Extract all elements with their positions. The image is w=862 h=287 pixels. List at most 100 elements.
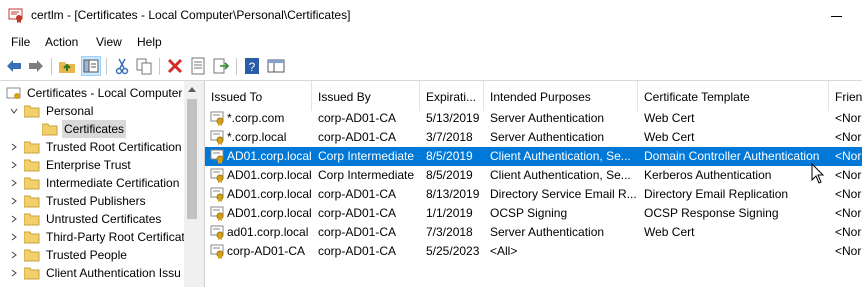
- table-cell: <Nor: [835, 130, 862, 144]
- toolbar-separator: [159, 58, 160, 75]
- tree-item-label: Trusted People: [46, 248, 127, 262]
- folder-icon: [24, 231, 40, 244]
- table-cell: Client Authentication, Se...: [490, 149, 631, 163]
- menu-file[interactable]: File: [11, 35, 30, 49]
- table-cell: <Nor: [835, 206, 862, 220]
- menu-bar: File Action View Help: [0, 31, 862, 53]
- table-cell: Domain Controller Authentication: [644, 149, 820, 163]
- table-cell: ad01.corp.local: [227, 225, 309, 239]
- window-title: certlm - [Certificates - Local Computer\…: [31, 8, 351, 22]
- delete-icon[interactable]: [165, 56, 185, 76]
- table-cell: 1/1/2019: [426, 206, 473, 220]
- toolbar-separator: [106, 58, 107, 75]
- tree-scrollbar[interactable]: [184, 81, 200, 287]
- chevron-right-icon[interactable]: [10, 251, 18, 259]
- folder-icon: [42, 123, 58, 136]
- table-row[interactable]: corp-AD01-CA corp-AD01-CA 5/25/2023 <All> <N…: [205, 242, 862, 261]
- folder-open-icon: [24, 105, 40, 118]
- table-cell: *.corp.local: [227, 130, 287, 144]
- tree-item-label: Personal: [46, 104, 94, 118]
- menu-help[interactable]: Help: [137, 35, 162, 49]
- help-icon[interactable]: ?: [242, 56, 262, 76]
- forward-icon[interactable]: [26, 56, 46, 76]
- table-cell: AD01.corp.local: [227, 187, 312, 201]
- tree-item-label: Client Authentication Issu: [46, 266, 181, 280]
- menu-action[interactable]: Action: [45, 35, 78, 49]
- table-cell: Directory Email Replication: [644, 187, 789, 201]
- table-row[interactable]: AD01.corp.local Corp Intermediate 8/5/2019…: [205, 166, 862, 185]
- chevron-right-icon[interactable]: [10, 215, 18, 223]
- export-icon[interactable]: [211, 56, 231, 76]
- console-icon[interactable]: [266, 56, 286, 76]
- table-row[interactable]: *.corp.local corp-AD01-CA 3/7/2018 Server A…: [205, 128, 862, 147]
- folder-icon: [24, 177, 40, 190]
- table-cell: Corp Intermediate: [318, 168, 415, 182]
- certificate-store-icon: [6, 87, 21, 99]
- tree-item-label: Intermediate Certification: [46, 176, 180, 190]
- chevron-right-icon[interactable]: [10, 197, 18, 205]
- back-icon[interactable]: [4, 56, 24, 76]
- table-row[interactable]: AD01.corp.local corp-AD01-CA 8/13/2019 Dire…: [205, 185, 862, 204]
- column-issued-to[interactable]: Issued To: [205, 81, 312, 111]
- cut-icon[interactable]: [112, 56, 132, 76]
- table-cell: 3/7/2018: [426, 130, 473, 144]
- table-row[interactable]: ad01.corp.local corp-AD01-CA 7/3/2018 Serve…: [205, 223, 862, 242]
- folder-icon: [24, 141, 40, 154]
- table-cell: *.corp.com: [227, 111, 285, 125]
- chevron-right-icon[interactable]: [10, 143, 18, 151]
- scroll-up-icon[interactable]: [188, 87, 196, 92]
- table-cell: Corp Intermediate: [318, 149, 415, 163]
- chevron-right-icon[interactable]: [10, 269, 18, 277]
- table-cell: corp-AD01-CA: [318, 206, 397, 220]
- table-cell: <Nor: [835, 187, 862, 201]
- table-cell: 8/5/2019: [426, 168, 473, 182]
- table-row[interactable]: AD01.corp.local corp-AD01-CA 1/1/2019 OCSP …: [205, 204, 862, 223]
- column-intended-purposes[interactable]: Intended Purposes: [484, 81, 638, 111]
- table-cell: AD01.corp.local: [227, 149, 312, 163]
- table-cell: <Nor: [835, 225, 862, 239]
- copy-icon[interactable]: [134, 56, 154, 76]
- table-cell: <All>: [490, 244, 518, 258]
- table-row[interactable]: AD01.corp.local Corp Intermediate 8/5/2019…: [205, 147, 862, 166]
- table-row[interactable]: *.corp.com corp-AD01-CA 5/13/2019 Server Au…: [205, 109, 862, 128]
- tree-root-label: Certificates - Local Computer: [27, 86, 183, 100]
- column-issued-by[interactable]: Issued By: [312, 81, 420, 111]
- chevron-right-icon[interactable]: [10, 179, 18, 187]
- column-certificate-template[interactable]: Certificate Template: [638, 81, 829, 111]
- chevron-right-icon[interactable]: [10, 161, 18, 169]
- folder-icon: [24, 249, 40, 262]
- properties-icon[interactable]: [188, 56, 208, 76]
- tree-item-label: Third-Party Root Certificat: [46, 230, 185, 244]
- chevron-down-icon[interactable]: [10, 107, 18, 115]
- show-hide-tree-icon[interactable]: [81, 56, 101, 76]
- table-cell: Kerberos Authentication: [644, 168, 772, 182]
- table-cell: [644, 242, 835, 261]
- table-cell: Server Authentication: [490, 111, 605, 125]
- column-friendly-name[interactable]: Frien: [829, 81, 862, 111]
- tree-item-label: Trusted Publishers: [46, 194, 146, 208]
- console-tree[interactable]: Certificates - Local Computer Personal C…: [0, 81, 201, 287]
- certificate-list[interactable]: Issued To Issued By Expirati... Intended…: [205, 81, 862, 287]
- table-cell: AD01.corp.local: [227, 168, 312, 182]
- table-cell: 5/13/2019: [426, 111, 480, 125]
- table-cell: OCSP Signing: [490, 206, 568, 220]
- menu-view[interactable]: View: [96, 35, 122, 49]
- table-cell: <Nor: [835, 244, 862, 258]
- chevron-right-icon[interactable]: [10, 233, 18, 241]
- svg-text:?: ?: [249, 60, 256, 74]
- tree-item-label: Trusted Root Certification: [46, 140, 182, 154]
- table-cell: 8/13/2019: [426, 187, 480, 201]
- table-cell: <Nor: [835, 111, 862, 125]
- folder-icon: [24, 213, 40, 226]
- up-folder-icon[interactable]: [57, 56, 77, 76]
- table-cell: 7/3/2018: [426, 225, 473, 239]
- table-cell: Client Authentication, Se...: [490, 168, 631, 182]
- title-bar: certlm - [Certificates - Local Computer\…: [0, 0, 862, 31]
- column-expiration[interactable]: Expirati...: [420, 81, 484, 111]
- folder-icon: [24, 195, 40, 208]
- minimize-button[interactable]: [818, 2, 858, 28]
- table-cell: corp-AD01-CA: [318, 225, 397, 239]
- folder-icon: [24, 159, 40, 172]
- tree-item-label: Enterprise Trust: [46, 158, 131, 172]
- scroll-thumb[interactable]: [187, 99, 197, 219]
